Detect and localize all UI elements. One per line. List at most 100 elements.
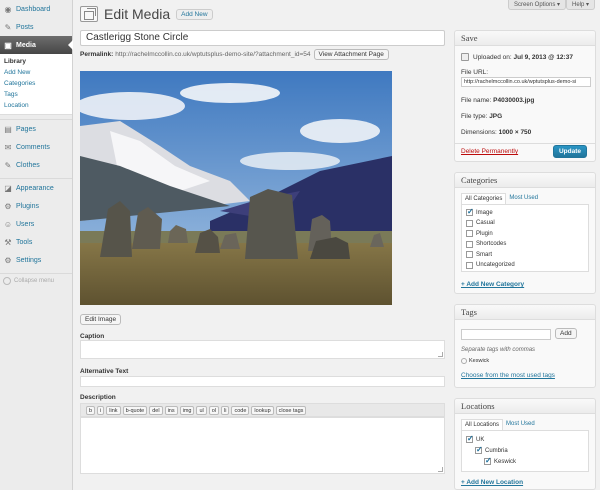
page-header: Edit Media Add New	[80, 6, 213, 22]
sidebar-item-label: Appearance	[16, 184, 54, 192]
sidebar-item-tools[interactable]: ⚒ Tools	[0, 233, 72, 251]
quicktag-li-button[interactable]: li	[221, 405, 230, 415]
quicktag-lookup-button[interactable]: lookup	[251, 405, 274, 415]
tab-all-locations[interactable]: All Locations	[461, 419, 504, 430]
resize-handle[interactable]	[438, 467, 443, 472]
screen-options-button[interactable]: Screen Options ▾	[508, 0, 567, 10]
quicktag-b-button[interactable]: b	[86, 405, 96, 415]
sidebar-item-dashboard[interactable]: ◉ Dashboard	[0, 0, 72, 18]
add-new-button[interactable]: Add New	[176, 8, 213, 20]
resize-handle[interactable]	[438, 352, 443, 357]
locations-box-title: Locations	[455, 399, 595, 414]
categories-list: Image Casual Plugin Shortcodes Smart Uncatego…	[461, 204, 589, 272]
sidebar-item-users[interactable]: ☺ Users	[0, 215, 72, 233]
comment-icon: ✉	[4, 142, 12, 152]
dashboard-icon: ◉	[4, 4, 12, 14]
quicktag-del-button[interactable]: del	[149, 405, 163, 415]
category-label: Image	[476, 209, 493, 216]
pin-icon: ✎	[4, 22, 12, 32]
categories-tabs: All Categories Most Used	[461, 193, 541, 204]
sidebar-item-label: Comments	[16, 143, 50, 151]
add-tag-button[interactable]: Add	[555, 328, 577, 339]
category-checkbox[interactable]	[466, 207, 474, 216]
plug-icon: ⚙	[4, 201, 12, 211]
save-box: Save Uploaded on: Jul 9, 2013 @ 12:37 Fi…	[454, 30, 596, 162]
quicktag-link-button[interactable]: link	[106, 405, 121, 415]
category-checkbox[interactable]	[466, 230, 473, 237]
location-checkbox[interactable]	[466, 434, 474, 443]
sidebar-item-media[interactable]: ▣ Media	[0, 36, 73, 54]
pin-icon: ✎	[4, 160, 12, 170]
quicktag-img-button[interactable]: img	[179, 405, 195, 415]
sidebar-item-pages[interactable]: ▤ Pages	[0, 120, 72, 138]
permalink-url[interactable]: http://rachelmccollin.co.uk/wptutsplus-d…	[115, 51, 310, 58]
category-item: Smart	[466, 251, 492, 258]
delete-permanently-link[interactable]: Delete Permanently	[461, 148, 518, 155]
quicktag-ul-button[interactable]: ul	[196, 405, 207, 415]
save-box-title: Save	[455, 31, 595, 46]
category-checkbox[interactable]	[466, 240, 473, 248]
remove-tag-icon[interactable]	[461, 358, 467, 364]
file-type-value: JPG	[489, 113, 503, 120]
category-checkbox[interactable]	[466, 251, 473, 258]
description-textarea[interactable]	[80, 417, 445, 474]
media-icon: ▣	[4, 40, 12, 50]
sidebar-item-appearance[interactable]: ◪ Appearance	[0, 179, 72, 197]
tags-hint: Separate tags with commas	[461, 347, 536, 353]
sidebar-item-label: Pages	[16, 125, 36, 133]
category-checkbox[interactable]	[466, 219, 473, 227]
add-new-category-link[interactable]: + Add New Category	[461, 281, 524, 288]
tab-most-used[interactable]: Most Used	[506, 193, 541, 204]
location-item: Keswick	[484, 456, 516, 465]
file-url-input[interactable]: http://rachelmccollin.co.uk/wptutsplus-d…	[461, 77, 591, 87]
quicktag-i-button[interactable]: i	[97, 405, 105, 415]
quicktag-code-button[interactable]: code	[231, 405, 250, 415]
description-label: Description	[80, 394, 116, 401]
tag-input[interactable]	[461, 329, 551, 340]
choose-popular-tags-link[interactable]: Choose from the most used tags	[461, 372, 555, 379]
category-label: Shortcodes	[476, 241, 507, 247]
update-button[interactable]: Update	[552, 145, 587, 158]
submenu-item-location[interactable]: Location	[0, 100, 72, 111]
tab-all-categories[interactable]: All Categories	[461, 193, 507, 204]
caption-textarea[interactable]	[80, 340, 445, 359]
sidebar-item-plugins[interactable]: ⚙ Plugins	[0, 197, 72, 215]
sidebar-item-label: Users	[16, 220, 35, 228]
category-label: Smart	[476, 251, 493, 258]
uploaded-row: Uploaded on: Jul 9, 2013 @ 12:37	[461, 53, 573, 61]
tag-label: Keswick	[469, 358, 490, 364]
media-icon	[80, 6, 98, 22]
locations-box: Locations All Locations Most Used UKCumb…	[454, 398, 596, 490]
category-checkbox[interactable]	[466, 261, 473, 269]
title-input[interactable]: Castlerigg Stone Circle	[80, 30, 445, 46]
quicktag-close-tags-button[interactable]: close tags	[275, 405, 307, 415]
add-new-location-link[interactable]: + Add New Location	[461, 479, 523, 486]
submenu-item-add-new[interactable]: Add New	[0, 67, 72, 78]
submenu-item-categories[interactable]: Categories	[0, 78, 72, 89]
category-item: Casual	[466, 219, 495, 227]
submenu-item-library[interactable]: Library	[0, 56, 72, 67]
tab-most-used[interactable]: Most Used	[503, 419, 538, 430]
alt-text-input[interactable]	[80, 376, 445, 387]
location-checkbox[interactable]	[475, 445, 483, 454]
sidebar-item-comments[interactable]: ✉ Comments	[0, 138, 72, 156]
media-image	[80, 71, 392, 305]
submenu-item-tags[interactable]: Tags	[0, 89, 72, 100]
help-button[interactable]: Help ▾	[566, 0, 596, 10]
sidebar-item-posts[interactable]: ✎ Posts	[0, 18, 72, 36]
location-label: Cumbria	[485, 447, 508, 454]
wrench-icon: ⚒	[4, 237, 12, 247]
file-name-label: File name:	[461, 97, 492, 104]
calendar-icon	[461, 53, 469, 61]
quicktag-ol-button[interactable]: ol	[208, 405, 220, 415]
sidebar-item-clothes[interactable]: ✎ Clothes	[0, 156, 72, 174]
collapse-menu-button[interactable]: Collapse menu	[0, 274, 72, 288]
quicktag-b-quote-button[interactable]: b-quote	[122, 405, 148, 415]
sidebar-item-settings[interactable]: ⚙ Settings	[0, 251, 72, 269]
location-label: UK	[476, 436, 485, 443]
edit-image-button[interactable]: Edit Image	[80, 314, 122, 325]
location-checkbox[interactable]	[484, 456, 492, 465]
quicktag-ins-button[interactable]: ins	[164, 405, 178, 415]
category-item: Uncategorized	[466, 261, 515, 269]
view-attachment-button[interactable]: View Attachment Page	[313, 49, 389, 60]
